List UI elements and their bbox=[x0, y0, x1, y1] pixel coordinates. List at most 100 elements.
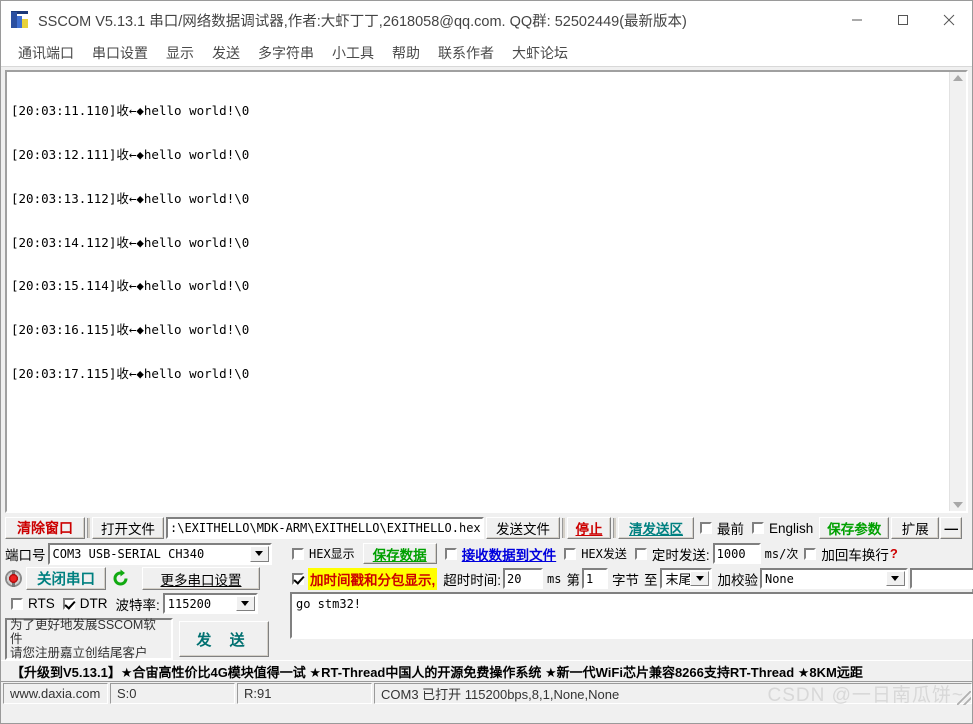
range-end-value: 末尾 bbox=[665, 572, 692, 587]
menu-item-contact-author[interactable]: 联系作者 bbox=[429, 41, 503, 65]
port-label: 端口号 bbox=[5, 547, 46, 563]
app-logo-icon bbox=[11, 11, 29, 29]
receive-line: [20:03:14.112]收←◆hello world!\0 bbox=[11, 234, 250, 250]
menu-item-forum[interactable]: 大虾论坛 bbox=[503, 41, 577, 65]
status-bar: www.daxia.com S:0 R:91 COM3 已打开 115200bp… bbox=[1, 682, 972, 706]
topmost-label: 最前 bbox=[717, 522, 744, 537]
sscom-main-window: SSCOM V5.13.1 串口/网络数据调试器,作者:大虾丁丁,2618058… bbox=[0, 0, 973, 724]
clear-window-button[interactable]: 清除窗口 bbox=[5, 517, 85, 539]
advertisement-bar[interactable]: 【升级到V5.13.1】★合宙高性价比4G模块值得一试 ★RT-Thread中国… bbox=[1, 660, 972, 682]
title-bar: SSCOM V5.13.1 串口/网络数据调试器,作者:大虾丁丁,2618058… bbox=[1, 1, 972, 39]
help-icon[interactable]: ? bbox=[890, 546, 898, 561]
toolbar-divider bbox=[87, 518, 90, 538]
stop-button[interactable]: 停止 bbox=[567, 517, 611, 539]
timeout-input[interactable]: 20 bbox=[503, 568, 544, 589]
timed-send-checkbox[interactable] bbox=[634, 547, 647, 560]
menu-item-serial-settings[interactable]: 串口设置 bbox=[83, 41, 157, 65]
resize-grip-icon[interactable] bbox=[957, 691, 971, 705]
baudrate-label: 波特率: bbox=[115, 597, 160, 613]
hex-display-label: HEX显示 bbox=[309, 547, 355, 561]
send-file-button[interactable]: 发送文件 bbox=[486, 517, 560, 539]
send-text-area[interactable]: go stm32! bbox=[290, 592, 973, 639]
english-label: English bbox=[769, 520, 814, 536]
menu-item-display[interactable]: 显示 bbox=[157, 41, 203, 65]
menu-item-send[interactable]: 发送 bbox=[203, 41, 249, 65]
menu-bar: 通讯端口 串口设置 显示 发送 多字符串 小工具 帮助 联系作者 大虾论坛 bbox=[1, 39, 972, 67]
refresh-icon[interactable] bbox=[111, 569, 130, 588]
checksum-combobox[interactable]: None bbox=[759, 568, 908, 589]
recv-to-file-label[interactable]: 接收数据到文件 bbox=[462, 544, 557, 564]
advertisement-text: 【升级到V5.13.1】★合宙高性价比4G模块值得一试 ★RT-Thread中国… bbox=[11, 664, 863, 680]
send-interval-input[interactable]: 1000 bbox=[712, 543, 761, 564]
toolbar-row-primary: 清除窗口 打开文件 :\EXITHELLO\MDK-ARM\EXITHELLO\… bbox=[1, 515, 972, 541]
clear-send-area-button[interactable]: 清发送区 bbox=[618, 517, 694, 539]
more-serial-settings-button[interactable]: 更多串口设置 bbox=[142, 567, 260, 590]
checksum-value: None bbox=[764, 571, 794, 586]
register-promo-box: 为了更好地发展SSCOM软件 请您注册嘉立创结尾客户 bbox=[5, 618, 173, 660]
menu-item-help[interactable]: 帮助 bbox=[383, 41, 429, 65]
receive-options-row: HEX显示 保存数据 接收数据到文件 HEX发送 定时发送: 1000 ms/次… bbox=[286, 541, 973, 566]
chevron-down-icon[interactable] bbox=[249, 545, 269, 562]
topmost-checkbox[interactable] bbox=[700, 522, 712, 534]
extend-button[interactable]: 扩展 bbox=[891, 517, 940, 539]
menu-item-multi-string[interactable]: 多字符串 bbox=[249, 41, 323, 65]
status-connection-info: COM3 已打开 115200bps,8,1,None,None bbox=[374, 683, 972, 704]
chevron-down-icon[interactable] bbox=[690, 571, 710, 586]
window-controls bbox=[834, 1, 972, 39]
file-path-input[interactable]: :\EXITHELLO\MDK-ARM\EXITHELLO\EXITHELLO.… bbox=[166, 517, 484, 539]
scroll-down-icon[interactable] bbox=[953, 502, 963, 508]
receive-line: [20:03:13.112]收←◆hello world!\0 bbox=[11, 190, 250, 206]
checksum-extra-input[interactable] bbox=[909, 568, 973, 589]
rts-label: RTS bbox=[28, 596, 55, 611]
receive-line: [20:03:15.114]收←◆hello world!\0 bbox=[11, 278, 250, 294]
status-received-count: R:91 bbox=[237, 683, 372, 704]
port-settings-panel: 端口号 COM3 USB-SERIAL CH340 关闭串口 更多串口设置 RT… bbox=[1, 541, 286, 660]
add-crlf-checkbox[interactable] bbox=[804, 547, 817, 560]
baudrate-combobox[interactable]: 115200 bbox=[162, 593, 258, 614]
chevron-down-icon[interactable] bbox=[235, 596, 255, 611]
timestamp-options-row: 加时间戳和分包显示, 超时时间: 20 ms 第 1 字节 至 末尾 加校验 N… bbox=[286, 566, 973, 591]
hex-display-checkbox[interactable] bbox=[292, 547, 304, 560]
toolbar-divider bbox=[562, 518, 565, 538]
timeout-unit-label: ms bbox=[547, 571, 562, 586]
status-sent-count: S:0 bbox=[110, 683, 235, 704]
port-combobox[interactable]: COM3 USB-SERIAL CH340 bbox=[47, 542, 272, 565]
dtr-label: DTR bbox=[79, 596, 108, 611]
save-params-button[interactable]: 保存参数 bbox=[819, 517, 890, 539]
hex-send-checkbox[interactable] bbox=[564, 547, 577, 560]
interval-unit-label: ms/次 bbox=[764, 547, 799, 561]
receive-scrollbar[interactable] bbox=[949, 72, 966, 511]
byte-index-input[interactable]: 1 bbox=[581, 568, 608, 589]
receive-text[interactable]: [20:03:11.110]收←◆hello world!\0 [20:03:1… bbox=[7, 72, 949, 511]
close-port-button[interactable]: 关闭串口 bbox=[26, 567, 106, 590]
timeout-label: 超时时间: bbox=[443, 572, 502, 588]
recv-to-file-checkbox[interactable] bbox=[444, 547, 457, 560]
menu-item-tools[interactable]: 小工具 bbox=[323, 41, 383, 65]
receive-area[interactable]: [20:03:11.110]收←◆hello world!\0 [20:03:1… bbox=[5, 70, 968, 513]
rts-checkbox[interactable] bbox=[11, 597, 23, 610]
send-text-content: go stm32! bbox=[296, 597, 362, 611]
close-button[interactable] bbox=[926, 1, 972, 39]
open-file-button[interactable]: 打开文件 bbox=[92, 517, 164, 539]
status-website[interactable]: www.daxia.com bbox=[3, 683, 108, 704]
flow-control-row: RTS DTR 波特率: 115200 bbox=[5, 591, 286, 616]
scroll-up-icon[interactable] bbox=[953, 75, 963, 81]
register-promo-line2: 请您注册嘉立创结尾客户 bbox=[10, 646, 148, 660]
receive-line: [20:03:12.111]收←◆hello world!\0 bbox=[11, 146, 250, 162]
english-checkbox[interactable] bbox=[752, 522, 764, 534]
save-data-button[interactable]: 保存数据 bbox=[362, 543, 437, 564]
send-button[interactable]: 发 送 bbox=[179, 621, 269, 657]
minimize-button[interactable] bbox=[834, 1, 880, 39]
dtr-checkbox[interactable] bbox=[62, 597, 75, 610]
to-label: 至 bbox=[643, 572, 658, 588]
maximize-button[interactable] bbox=[880, 1, 926, 39]
register-promo-line1: 为了更好地发展SSCOM软件 bbox=[10, 618, 156, 646]
collapse-button[interactable]: — bbox=[940, 517, 963, 539]
timestamp-checkbox[interactable] bbox=[292, 572, 304, 585]
add-crlf-label: 加回车换行 bbox=[821, 547, 889, 563]
range-end-combobox[interactable]: 末尾 bbox=[660, 568, 713, 589]
chevron-down-icon[interactable] bbox=[885, 571, 905, 586]
menu-item-comm-port[interactable]: 通讯端口 bbox=[9, 41, 83, 65]
settings-and-options: 端口号 COM3 USB-SERIAL CH340 关闭串口 更多串口设置 RT… bbox=[1, 541, 973, 660]
byte-prefix-label: 第 bbox=[566, 572, 580, 588]
